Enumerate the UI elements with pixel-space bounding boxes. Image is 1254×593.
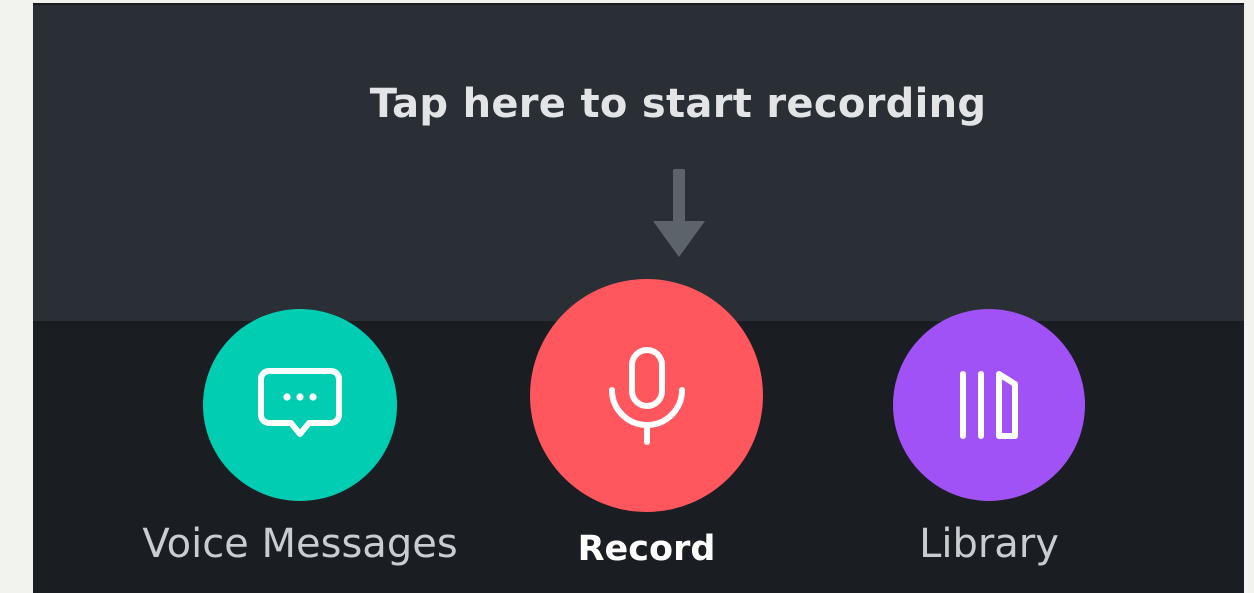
- microphone-icon: [608, 346, 685, 445]
- record-label: Record: [577, 529, 716, 569]
- voice-messages-label: Voice Messages: [142, 521, 458, 567]
- voice-messages-circle[interactable]: [203, 309, 397, 501]
- arrow-down-icon: [653, 169, 705, 257]
- recording-hint-panel[interactable]: Tap here to start recording: [33, 5, 1244, 321]
- record-button[interactable]: Record: [530, 279, 763, 569]
- library-button[interactable]: Library: [893, 309, 1085, 567]
- hint-text: Tap here to start recording: [369, 81, 987, 127]
- library-label: Library: [919, 521, 1059, 567]
- chat-bubble-icon: [258, 368, 342, 437]
- library-icon: [960, 371, 1018, 439]
- library-circle[interactable]: [893, 309, 1085, 501]
- voice-messages-button[interactable]: Voice Messages: [130, 309, 470, 567]
- record-circle[interactable]: [530, 279, 763, 512]
